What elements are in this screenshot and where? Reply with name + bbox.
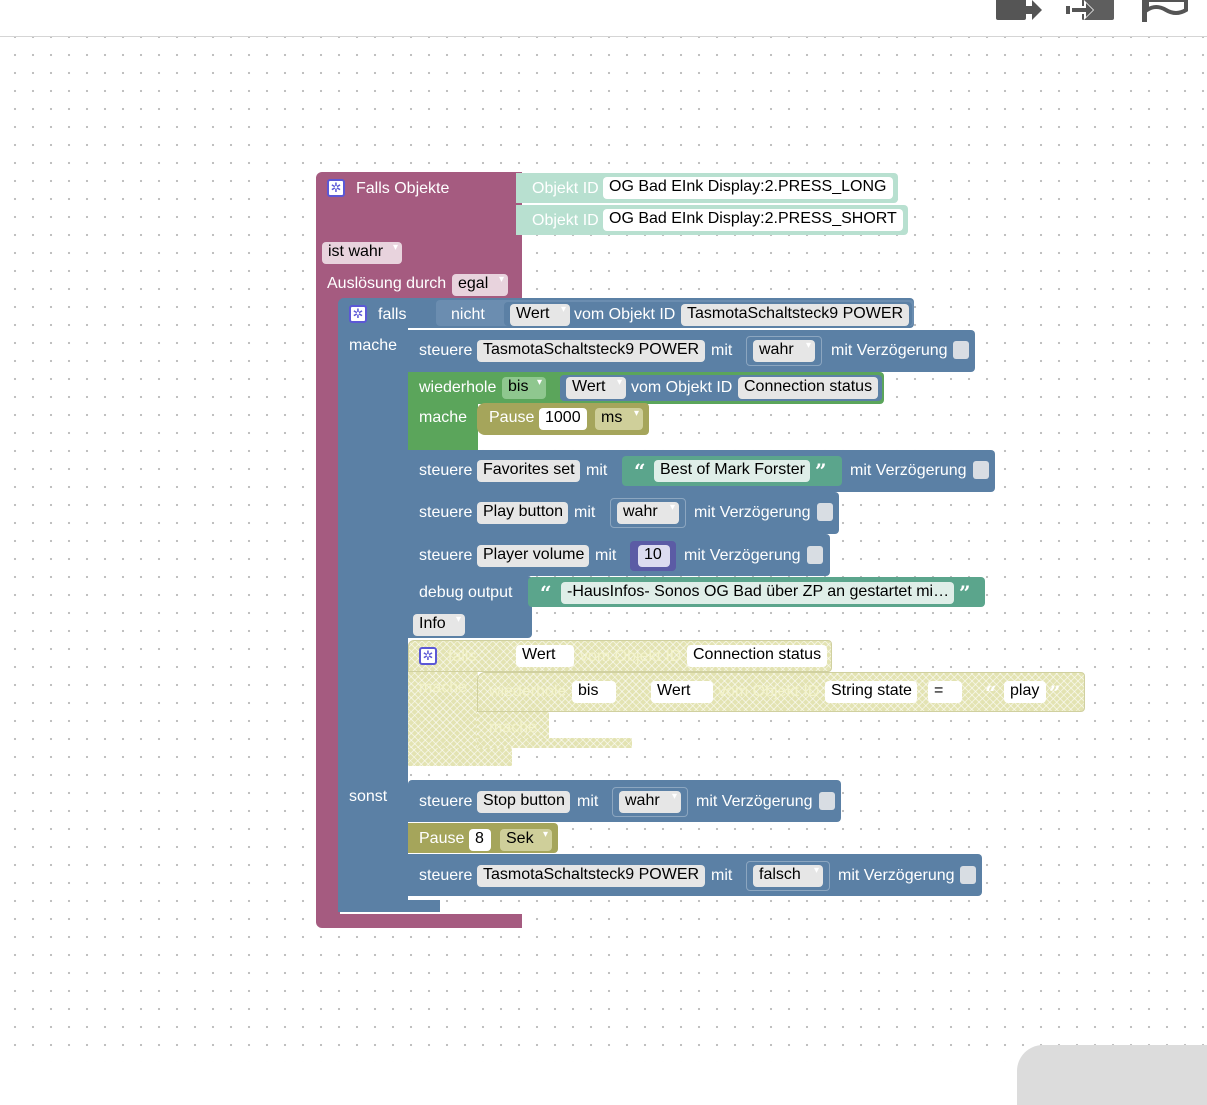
if-block-footer (338, 900, 440, 912)
value-dropdown[interactable]: Wert (516, 641, 574, 667)
object-field[interactable]: Connection status (738, 377, 878, 399)
not-label: nicht (451, 306, 485, 323)
toolbar (0, 0, 1207, 37)
object-field[interactable]: TasmotaSchaltsteck9 POWER (477, 340, 705, 362)
with-label: mit (574, 504, 596, 521)
zoom-controls[interactable] (1017, 1045, 1207, 1105)
with-label: mit (711, 342, 733, 359)
object-field[interactable]: String state (825, 681, 917, 703)
gear-icon[interactable]: ✲ (327, 179, 345, 197)
delay-checkbox[interactable] (817, 503, 833, 521)
open-quote-icon: “ (540, 581, 552, 605)
number-value[interactable]: 10 (638, 545, 670, 567)
delay-checkbox[interactable] (960, 866, 976, 884)
disabled-if-footer (408, 748, 512, 766)
operator-dropdown[interactable]: = (928, 677, 962, 703)
pause-unit-dropdown[interactable]: ms (595, 404, 643, 430)
delay-label: mit Verzögerung (850, 462, 967, 479)
if-mache-label: mache (349, 337, 398, 354)
condition-dropdown[interactable]: ist wahr (322, 238, 402, 264)
object-id-label: vom Objekt ID (631, 379, 733, 396)
repeat-label: wiederhole (419, 379, 497, 396)
if-falls-label: falls (448, 648, 477, 665)
object-id-label: vom Objekt ID (580, 648, 682, 665)
control-label: steuere (419, 547, 473, 564)
object-field[interactable]: TasmotaSchaltsteck9 POWER (681, 304, 909, 326)
open-quote-icon: “ (634, 459, 646, 483)
trigger-title: Falls Objekte (356, 180, 450, 197)
delay-label: mit Verzögerung (694, 504, 811, 521)
trigger-label: Auslösung durch (327, 275, 447, 292)
delay-checkbox[interactable] (953, 341, 969, 359)
object-field[interactable]: Play button (477, 502, 568, 524)
delay-label: mit Verzögerung (684, 547, 801, 564)
close-quote-icon: ” (815, 459, 827, 483)
export-icon[interactable] (994, 0, 1042, 22)
boolean-dropdown[interactable]: wahr (753, 336, 815, 362)
debug-label: debug output (419, 584, 513, 601)
pause-unit-dropdown[interactable]: Sek (500, 825, 552, 851)
value-dropdown[interactable]: Wert (510, 300, 570, 326)
control-label: steuere (419, 342, 473, 359)
control-label: steuere (419, 793, 473, 810)
control-label: steuere (419, 867, 473, 884)
delay-label: mit Verzögerung (696, 793, 813, 810)
boolean-dropdown[interactable]: wahr (617, 498, 679, 524)
repeat-do-label: mache (419, 409, 468, 426)
object-id-value-1[interactable]: OG Bad EInk Display:2.PRESS_LONG (603, 177, 893, 199)
gear-icon[interactable]: ✲ (419, 647, 437, 665)
text-value[interactable]: Best of Mark Forster (654, 460, 810, 482)
pause-label: Pause (489, 409, 535, 426)
import-icon[interactable] (1066, 0, 1114, 22)
close-quote-icon: ” (959, 581, 971, 605)
trigger-dropdown[interactable]: egal (452, 270, 508, 296)
object-field[interactable]: Connection status (687, 645, 827, 667)
object-id-label: vom Objekt ID (718, 683, 820, 700)
if-mache-label: mache (419, 679, 468, 696)
with-label: mit (586, 462, 608, 479)
text-value[interactable]: play (1004, 681, 1046, 703)
object-id-label: Objekt ID (532, 212, 599, 229)
boolean-dropdown[interactable]: falsch (753, 861, 823, 887)
open-quote-icon: “ (985, 681, 997, 705)
trigger-spine (316, 300, 340, 914)
pause-value[interactable]: 1000 (539, 408, 587, 430)
pause-label: Pause (419, 830, 465, 847)
object-id-label: Objekt ID (532, 180, 599, 197)
pause-value[interactable]: 8 (469, 829, 491, 851)
with-label: mit (595, 547, 617, 564)
delay-label: mit Verzögerung (838, 867, 955, 884)
repeat-label: wiederhole (489, 683, 567, 700)
object-id-label: vom Objekt ID (574, 306, 676, 323)
object-field[interactable]: Stop button (477, 791, 570, 813)
debug-text-value[interactable]: -HausInfos- Sonos OG Bad über ZP an gest… (561, 582, 954, 604)
delay-checkbox[interactable] (819, 792, 835, 810)
value-dropdown[interactable]: Wert (566, 373, 626, 399)
delay-label: mit Verzögerung (831, 342, 948, 359)
delay-checkbox[interactable] (973, 461, 989, 479)
else-label: sonst (349, 788, 388, 805)
boolean-dropdown[interactable]: wahr (619, 787, 681, 813)
object-field[interactable]: Player volume (477, 545, 589, 567)
close-quote-icon: ” (1049, 681, 1061, 705)
if-falls-label: falls (378, 306, 407, 323)
control-label: steuere (419, 462, 473, 479)
disabled-repeat-footer (477, 738, 632, 748)
flag-icon[interactable] (1140, 0, 1188, 22)
value-dropdown[interactable]: Wert (651, 677, 713, 703)
with-label: mit (577, 793, 599, 810)
control-label: steuere (419, 504, 473, 521)
delay-checkbox[interactable] (807, 546, 823, 564)
repeat-mode-dropdown[interactable]: bis (572, 677, 616, 703)
gear-icon[interactable]: ✲ (349, 305, 367, 323)
object-field[interactable]: TasmotaSchaltsteck9 POWER (477, 865, 705, 887)
log-level-dropdown[interactable]: Info (413, 610, 465, 636)
trigger-footer (316, 914, 522, 928)
with-label: mit (711, 867, 733, 884)
repeat-mode-dropdown[interactable]: bis (502, 373, 546, 399)
if-block-body[interactable] (338, 298, 408, 912)
repeat-do-label: mache (489, 719, 538, 736)
object-id-value-2[interactable]: OG Bad EInk Display:2.PRESS_SHORT (603, 209, 903, 231)
object-field[interactable]: Favorites set (477, 460, 580, 482)
